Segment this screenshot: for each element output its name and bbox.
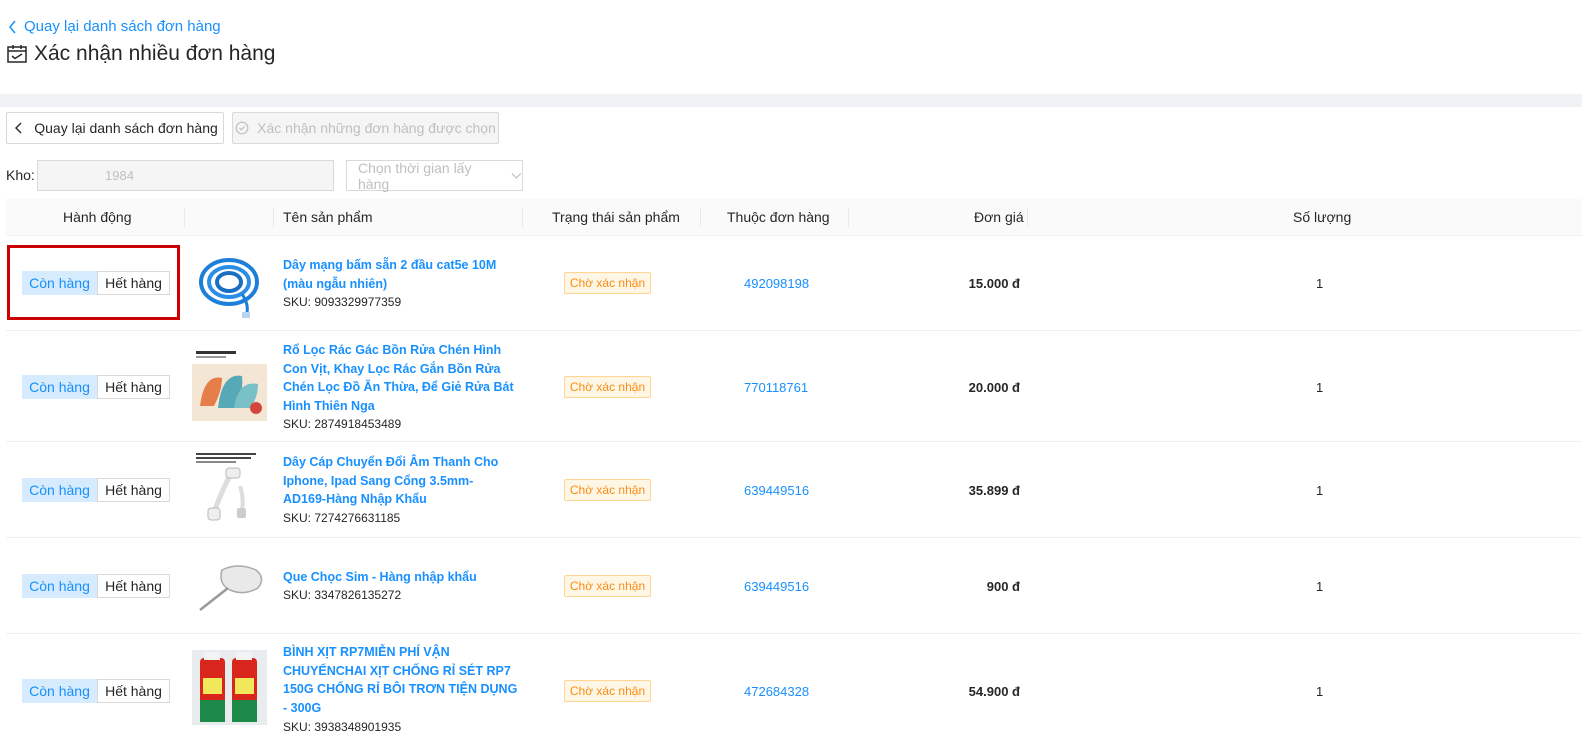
highlight-box [7, 245, 180, 320]
out-of-stock-button[interactable]: Hết hàng [97, 679, 170, 703]
warehouse-label: Kho: [6, 167, 35, 183]
sim-eject-pin-image [192, 548, 267, 623]
back-to-orders-link[interactable]: Quay lại danh sách đơn hàng [8, 18, 221, 35]
table-row: Còn hàng Hết hàng Dây mạng bấm sẵn 2 đầu… [6, 236, 1582, 331]
status-badge: Chờ xác nhận [564, 376, 651, 398]
product-thumbnail [192, 548, 267, 623]
product-thumbnail [192, 450, 267, 525]
in-stock-button[interactable]: Còn hàng [22, 574, 97, 598]
out-of-stock-button[interactable]: Hết hàng [97, 574, 170, 598]
page-title: Xác nhận nhiều đơn hàng [6, 42, 275, 66]
pickup-time-placeholder: Chọn thời gian lấy hàng [358, 159, 472, 192]
sku-value: 7274276631185 [314, 511, 401, 525]
page-title-text: Xác nhận nhiều đơn hàng [34, 42, 276, 65]
product-sku: SKU: 2874918453489 [283, 417, 401, 431]
section-divider [0, 94, 1582, 107]
back-button-label: Quay lại danh sách đơn hàng [34, 120, 218, 136]
stock-action-group: Còn hàng Hết hàng [22, 478, 170, 502]
quantity: 1 [1316, 276, 1324, 291]
product-sku: SKU: 3938348901935 [283, 720, 401, 734]
order-id-link[interactable]: 770118761 [744, 380, 808, 395]
header-separator [522, 208, 523, 227]
quantity: 1 [1316, 579, 1324, 594]
table-header: Hành động Tên sản phẩm Trạng thái sản ph… [6, 199, 1582, 236]
out-of-stock-button[interactable]: Hết hàng [97, 375, 170, 399]
network-cable-image [192, 246, 267, 321]
quantity: 1 [1316, 380, 1324, 395]
pickup-time-select[interactable]: Chọn thời gian lấy hàng [346, 159, 523, 192]
table-row: Còn hàng Hết hàng BÌNH XỊT RP7MIỄN PHÍ V… [6, 634, 1582, 749]
product-name-link[interactable]: Que Chọc Sim - Hàng nhập khẩu [283, 568, 518, 587]
quantity: 1 [1316, 483, 1324, 498]
product-thumbnail [192, 346, 267, 421]
header-separator [1027, 208, 1028, 227]
header-action: Hành động [63, 209, 132, 225]
in-stock-button[interactable]: Còn hàng [22, 375, 97, 399]
order-id-link[interactable]: 639449516 [744, 483, 809, 498]
sku-prefix: SKU: [283, 511, 312, 525]
unit-price: 900 đ [986, 579, 1020, 594]
product-name-link[interactable]: BÌNH XỊT RP7MIỄN PHÍ VẬN CHUYỂNCHAI XỊT … [283, 643, 518, 717]
sku-value: 3938348901935 [314, 720, 402, 734]
quantity: 1 [1316, 684, 1324, 699]
sku-value: 3347826135272 [314, 588, 402, 602]
stock-action-group: Còn hàng Hết hàng [22, 679, 170, 703]
status-badge: Chờ xác nhận [564, 479, 651, 501]
product-name-link[interactable]: Dây mạng bấm sẵn 2 đầu cat5e 10M (màu ng… [283, 256, 518, 293]
confirm-button-label: Xác nhận những đơn hàng được chọn [257, 120, 496, 136]
order-id-link[interactable]: 639449516 [744, 579, 809, 594]
out-of-stock-button[interactable]: Hết hàng [97, 478, 170, 502]
sink-strainer-image [192, 346, 267, 421]
sku-prefix: SKU: [283, 295, 312, 309]
stock-action-group: Còn hàng Hết hàng [22, 375, 170, 399]
stock-action-group: Còn hàng Hết hàng [22, 574, 170, 598]
order-id-link[interactable]: 472684328 [744, 684, 809, 699]
header-separator [273, 208, 274, 227]
warehouse-input[interactable]: 1984 [37, 160, 334, 191]
calendar-check-icon [7, 45, 27, 63]
in-stock-button[interactable]: Còn hàng [22, 478, 97, 502]
chevron-left-icon [15, 122, 22, 134]
back-link-label: Quay lại danh sách đơn hàng [24, 18, 221, 35]
unit-price: 54.900 đ [968, 684, 1020, 699]
confirm-selected-button[interactable]: Xác nhận những đơn hàng được chọn [232, 112, 499, 144]
chevron-down-icon [511, 173, 522, 179]
back-to-orders-button[interactable]: Quay lại danh sách đơn hàng [6, 112, 224, 144]
sku-value: 2874918453489 [314, 417, 402, 431]
header-separator [848, 208, 849, 227]
sku-prefix: SKU: [283, 720, 312, 734]
audio-adapter-cable-image [192, 450, 267, 525]
order-id-link[interactable]: 492098198 [744, 276, 809, 291]
sku-prefix: SKU: [283, 588, 312, 602]
table-row: Còn hàng Hết hàng Que Chọc Sim - Hàng nh… [6, 538, 1582, 634]
sku-prefix: SKU: [283, 417, 312, 431]
unit-price: 15.000 đ [968, 276, 1020, 291]
product-sku: SKU: 9093329977359 [283, 295, 401, 309]
product-name-link[interactable]: Rổ Lọc Rác Gác Bồn Rửa Chén Hình Con Vịt… [283, 341, 518, 415]
product-thumbnail [192, 650, 267, 725]
header-separator [700, 208, 701, 227]
unit-price: 20.000 đ [968, 380, 1020, 395]
header-product-name: Tên sản phẩm [283, 209, 373, 225]
product-thumbnail [192, 246, 267, 321]
rp7-spray-can-image [192, 650, 267, 725]
product-sku: SKU: 7274276631185 [283, 511, 400, 525]
header-order: Thuộc đơn hàng [727, 209, 830, 225]
status-badge: Chờ xác nhận [564, 272, 651, 294]
sku-value: 9093329977359 [314, 295, 402, 309]
header-unit-price: Đơn giá [974, 209, 1024, 225]
header-product-status: Trạng thái sản phẩm [552, 209, 680, 225]
chevron-left-icon [9, 20, 16, 33]
check-circle-icon [235, 121, 249, 135]
table-row: Còn hàng Hết hàng Dây Cáp Chuyển Đổi Âm … [6, 442, 1582, 538]
in-stock-button[interactable]: Còn hàng [22, 679, 97, 703]
header-separator [184, 208, 185, 227]
product-sku: SKU: 3347826135272 [283, 588, 401, 602]
status-badge: Chờ xác nhận [564, 680, 651, 702]
product-name-link[interactable]: Dây Cáp Chuyển Đổi Âm Thanh Cho Iphone, … [283, 453, 518, 509]
table-row: Còn hàng Hết hàng Rổ Lọc Rác Gác Bồn Rửa… [6, 331, 1582, 442]
unit-price: 35.899 đ [968, 483, 1020, 498]
status-badge: Chờ xác nhận [564, 575, 651, 597]
header-quantity: Số lượng [1293, 209, 1352, 225]
